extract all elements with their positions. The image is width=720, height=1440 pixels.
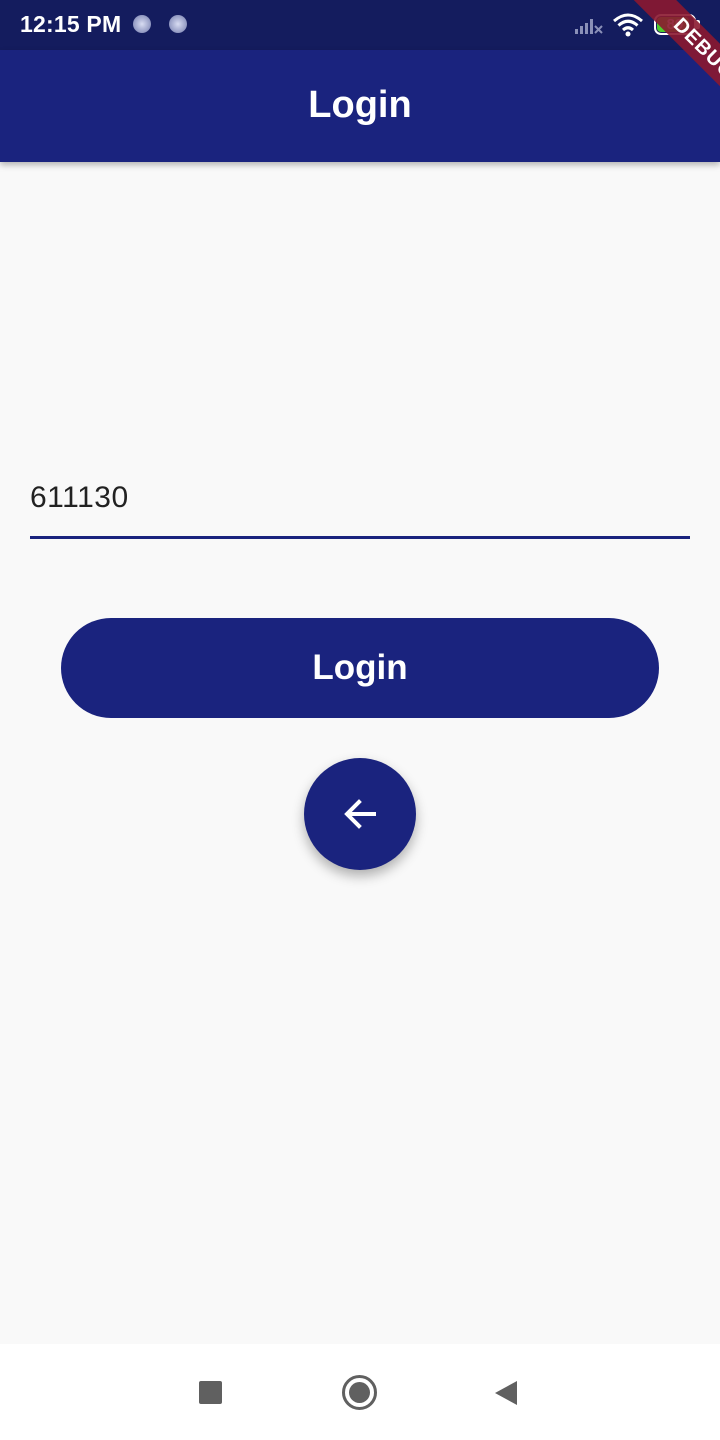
pin-field bbox=[30, 462, 690, 540]
status-bar: 12:15 PM 89 bbox=[0, 0, 720, 50]
notification-dot-icon bbox=[133, 15, 151, 33]
system-nav-bar bbox=[0, 1344, 720, 1440]
app-bar: Login bbox=[0, 50, 720, 162]
notification-dot-icon bbox=[169, 15, 187, 33]
home-circle-icon[interactable] bbox=[342, 1375, 377, 1410]
back-triangle-icon[interactable] bbox=[494, 1380, 518, 1411]
recents-square-icon[interactable] bbox=[199, 1381, 222, 1404]
battery-level-text: 89 bbox=[666, 16, 684, 33]
page-title: Login bbox=[308, 84, 412, 126]
home-circle-inner bbox=[349, 1382, 370, 1403]
signal-icon bbox=[574, 14, 604, 41]
arrow-back-icon bbox=[344, 799, 376, 829]
login-button[interactable]: Login bbox=[61, 618, 659, 718]
battery-tip bbox=[696, 20, 700, 29]
status-time: 12:15 PM bbox=[20, 11, 122, 37]
back-button[interactable] bbox=[304, 758, 416, 870]
pin-input[interactable] bbox=[30, 462, 690, 534]
input-underline bbox=[30, 536, 690, 539]
battery-icon: 89 bbox=[654, 14, 696, 35]
wifi-icon bbox=[612, 12, 644, 43]
